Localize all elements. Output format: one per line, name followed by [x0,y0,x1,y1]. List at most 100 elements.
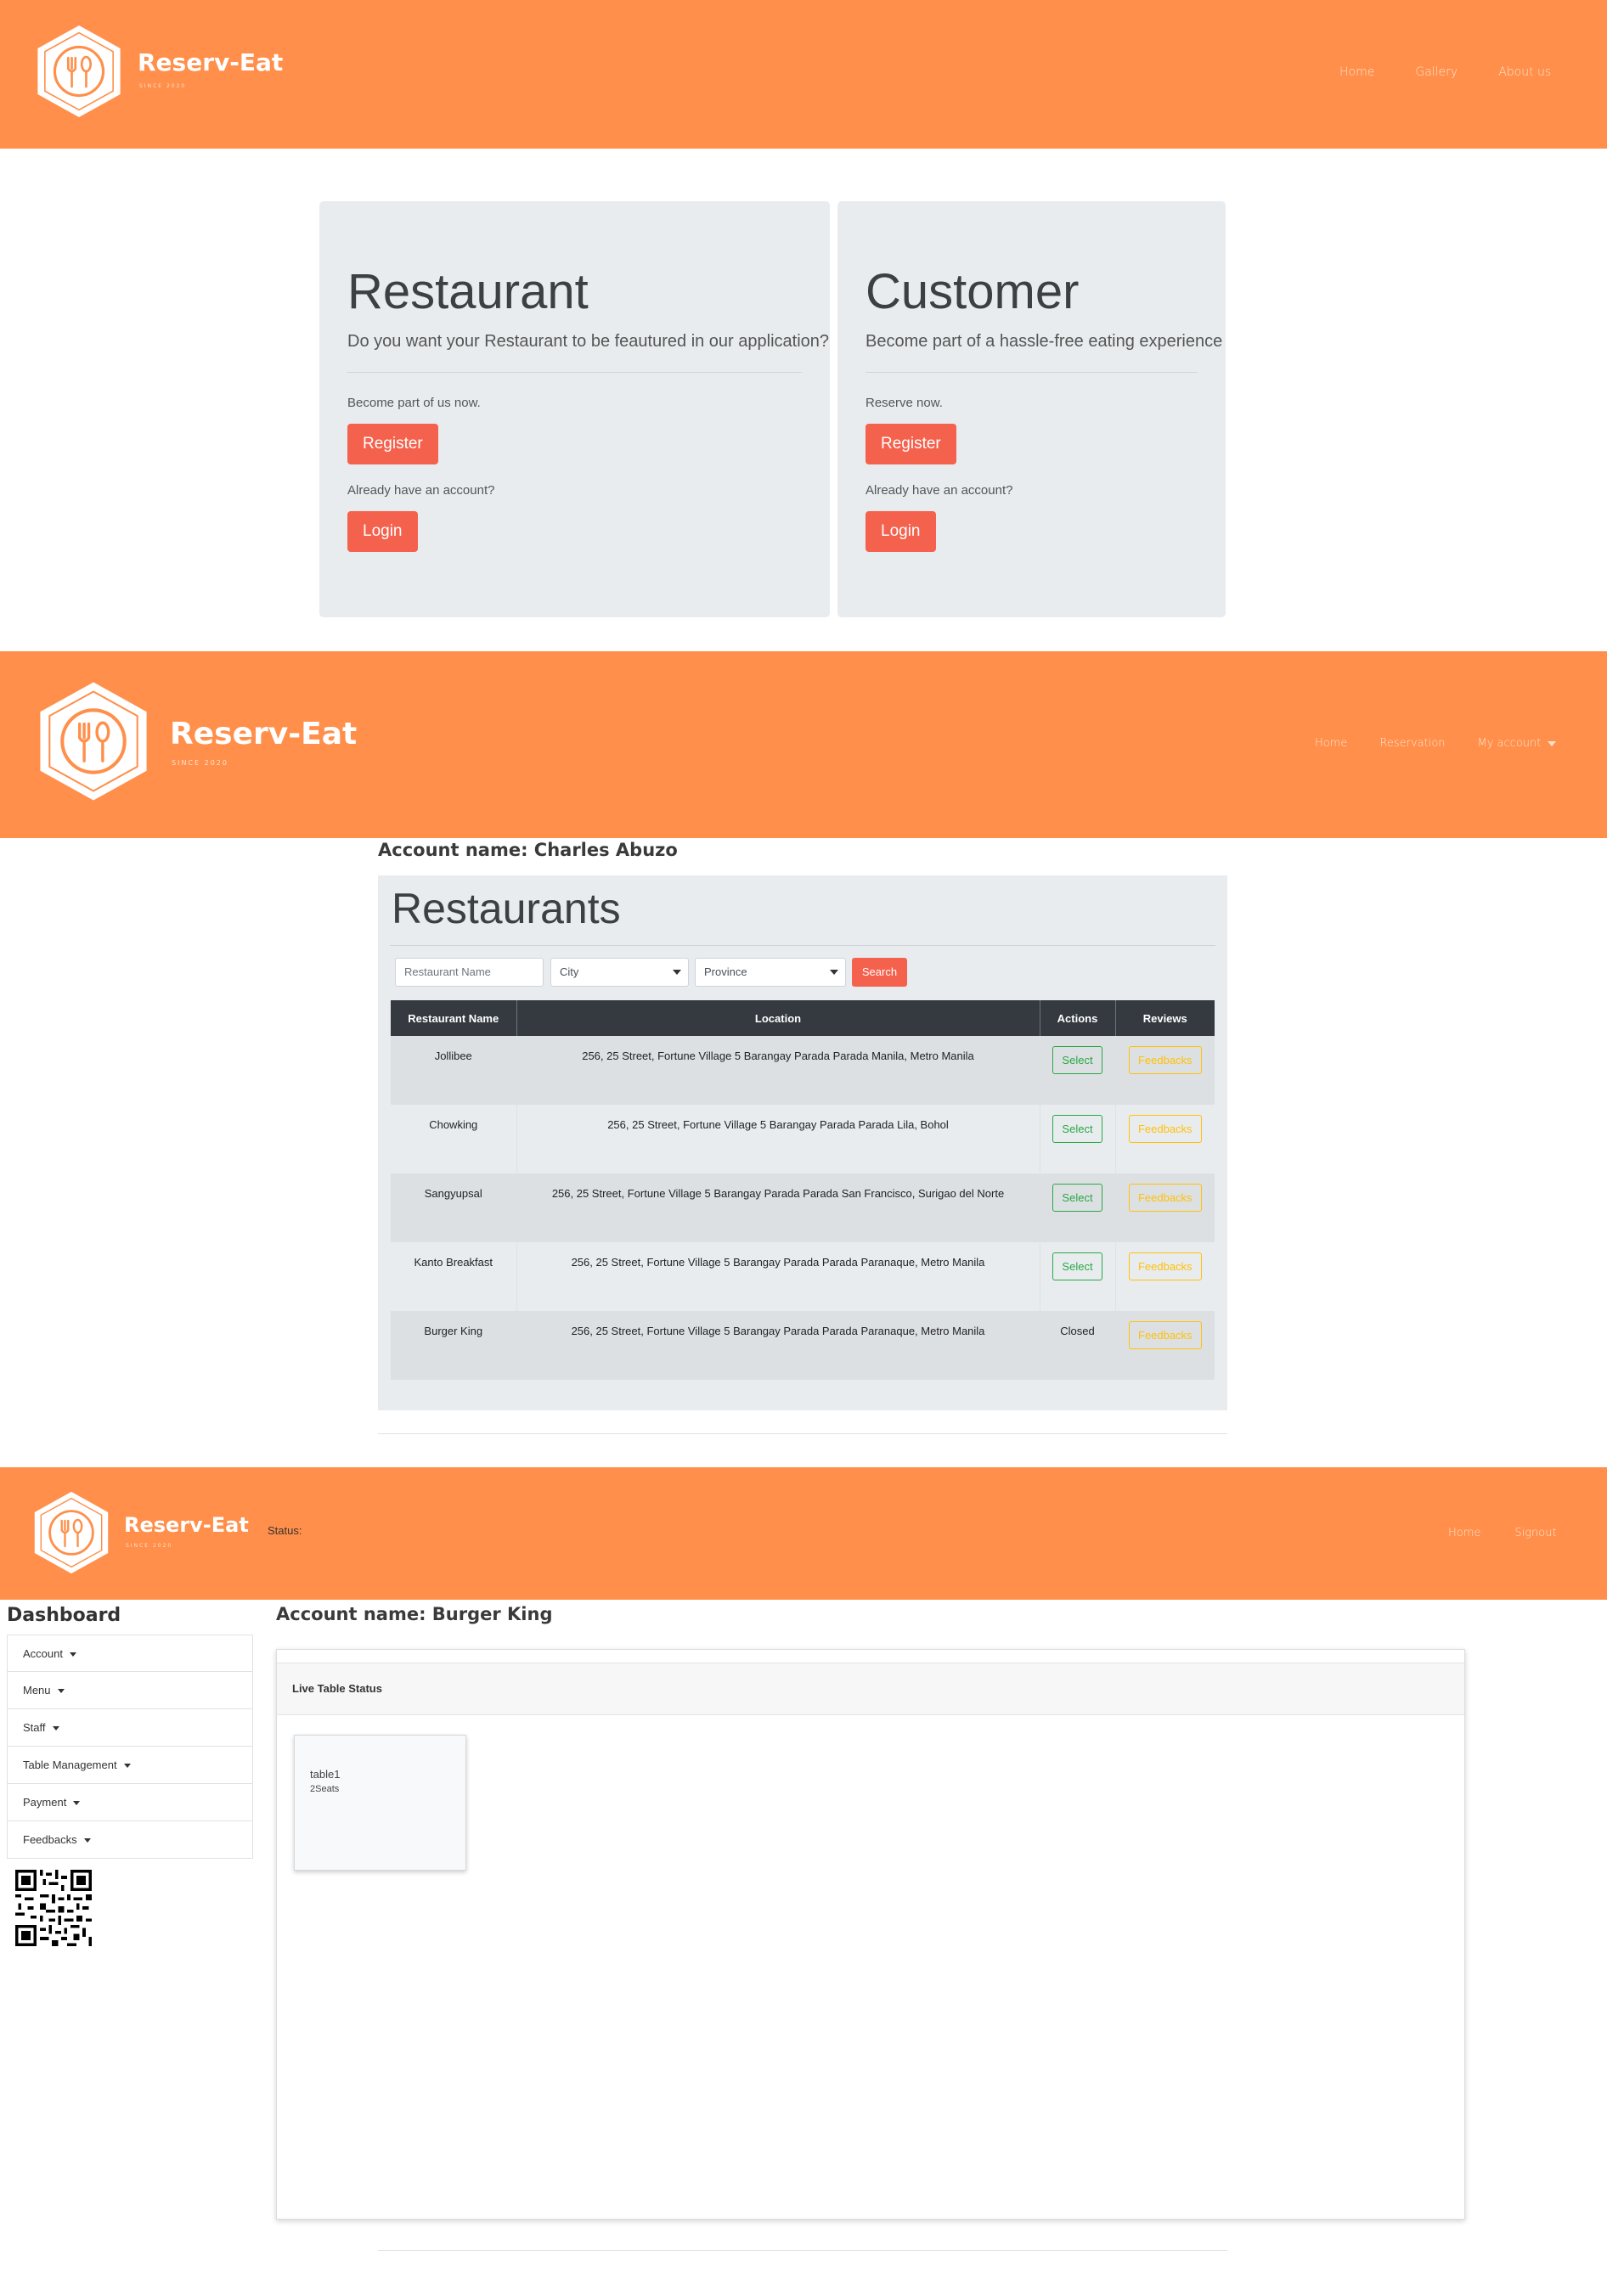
restaurant-jumbotron: Restaurant Do you want your Restaurant t… [319,201,830,617]
nav-reservation[interactable]: Reservation [1379,737,1445,750]
sidebar-item-payment[interactable]: Payment [7,1784,253,1821]
chevron-down-icon [57,1689,65,1694]
dashboard-title: Dashboard [7,1605,121,1626]
divider [347,372,802,373]
sidebar-item-menu[interactable]: Menu [7,1672,253,1709]
col-restaurant-name: Restaurant Name [391,1000,517,1036]
customer-title: Customer [866,264,1080,319]
restaurant-login-button[interactable]: Login [347,511,418,552]
qr-code-icon [15,1870,92,1946]
nav-my-account-label: My account [1477,737,1542,750]
account-name: Account name: Charles Abuzo [378,840,678,860]
sidebar-item-account[interactable]: Account [7,1635,253,1672]
chevron-down-icon [673,970,681,975]
divider [378,2250,1227,2251]
nav-home[interactable]: Home [1339,65,1374,79]
location-cell: 256, 25 Street, Fortune Village 5 Barang… [516,1242,1040,1311]
table-row: Kanto Breakfast 256, 25 Street, Fortune … [391,1242,1215,1311]
select-button[interactable]: Select [1052,1184,1102,1212]
chevron-down-icon [123,1764,131,1769]
col-reviews: Reviews [1115,1000,1215,1036]
restaurant-account-text: Already have an account? [347,483,495,498]
sidebar-item-staff[interactable]: Staff [7,1709,253,1747]
customer-register-button[interactable]: Register [866,424,956,464]
feedbacks-button[interactable]: Feedbacks [1128,1046,1202,1074]
nav-home[interactable]: Home [1315,737,1347,750]
nav-signout[interactable]: Signout [1514,1527,1556,1539]
search-button[interactable]: Search [852,958,907,987]
customer-account-text: Already have an account? [866,483,1013,498]
chevron-down-icon [52,1726,59,1731]
reviews-cell: Feedbacks [1115,1311,1215,1380]
table-header-row: Restaurant Name Location Actions Reviews [391,1000,1215,1036]
table-row: Sangyupsal 256, 25 Street, Fortune Villa… [391,1173,1215,1242]
restaurant-lead: Do you want your Restaurant to be feautu… [347,332,830,351]
brand-logo-icon[interactable] [36,678,151,804]
restaurant-name-input[interactable]: Restaurant Name [395,958,544,987]
restaurants-table: Restaurant Name Location Actions Reviews… [391,1000,1215,1380]
restaurant-name-cell: Kanto Breakfast [391,1242,517,1311]
brand-name[interactable]: Reserv-Eat [170,717,357,751]
nav-links: Home Reservation My account [1315,737,1557,750]
sidebar-item-label: Feedbacks [23,1833,77,1846]
brand-since: SINCE 2020 [172,759,228,767]
divider [378,1433,1227,1434]
feedbacks-button[interactable]: Feedbacks [1128,1321,1202,1349]
nav-links: Home Gallery About us [1339,65,1551,79]
location-cell: 256, 25 Street, Fortune Village 5 Barang… [516,1311,1040,1380]
nav-home[interactable]: Home [1448,1527,1480,1539]
nav-links: Home Signout [1448,1527,1557,1539]
brand-name[interactable]: Reserv-Eat [138,48,283,76]
nav-gallery[interactable]: Gallery [1415,65,1458,79]
brand-logo-icon[interactable] [31,1487,111,1578]
location-cell: 256, 25 Street, Fortune Village 5 Barang… [516,1036,1040,1105]
customer-login-button[interactable]: Login [866,511,936,552]
actions-cell: Select [1040,1242,1116,1311]
col-actions: Actions [1040,1000,1116,1036]
chevron-down-icon [73,1801,81,1806]
feedbacks-button[interactable]: Feedbacks [1128,1115,1202,1143]
brand-since: SINCE 2020 [126,1543,173,1549]
sidebar-item-label: Menu [23,1684,51,1697]
restaurant-join-text: Become part of us now. [347,396,481,410]
restaurant-register-button[interactable]: Register [347,424,438,464]
chevron-down-icon [69,1652,76,1657]
customer-lead: Become part of a hassle-free eating expe… [866,332,1223,351]
sidebar-item-feedbacks[interactable]: Feedbacks [7,1821,253,1859]
restaurant-title: Restaurant [347,264,589,319]
live-table-status-card: Live Table Status table1 2Seats [276,1649,1465,2220]
actions-cell: Select [1040,1105,1116,1173]
city-select-value: City [560,965,579,978]
feedbacks-button[interactable]: Feedbacks [1128,1184,1202,1212]
actions-cell: Select [1040,1036,1116,1105]
select-button[interactable]: Select [1052,1046,1102,1074]
restaurant-name-cell: Sangyupsal [391,1173,517,1242]
reviews-cell: Feedbacks [1115,1242,1215,1311]
nav-about[interactable]: About us [1498,65,1551,79]
restaurant-name-cell: Jollibee [391,1036,517,1105]
brand-name[interactable]: Reserv-Eat [124,1513,249,1537]
city-select[interactable]: City [550,958,689,987]
province-select[interactable]: Province [695,958,846,987]
status-label: Status: [268,1524,302,1537]
reviews-cell: Feedbacks [1115,1036,1215,1105]
table-tile[interactable]: table1 2Seats [294,1735,466,1871]
province-select-value: Province [704,965,747,978]
select-button[interactable]: Select [1052,1115,1102,1143]
select-button[interactable]: Select [1052,1252,1102,1280]
restaurants-title: Restaurants [392,885,621,932]
table-seats: 2Seats [310,1784,340,1794]
chevron-down-icon [1548,740,1557,746]
restaurant-name-cell: Chowking [391,1105,517,1173]
table-row: Jollibee 256, 25 Street, Fortune Village… [391,1036,1215,1105]
feedbacks-button[interactable]: Feedbacks [1128,1252,1202,1280]
brand-logo-icon[interactable] [34,24,124,119]
customer-jumbotron: Customer Become part of a hassle-free ea… [837,201,1226,617]
col-location: Location [516,1000,1040,1036]
sidebar-item-table-management[interactable]: Table Management [7,1747,253,1784]
nav-my-account[interactable]: My account [1478,737,1557,750]
reviews-cell: Feedbacks [1115,1105,1215,1173]
location-cell: 256, 25 Street, Fortune Village 5 Barang… [516,1173,1040,1242]
sidebar-menu: Account Menu Staff Table Management Paym… [7,1635,253,1859]
divider [866,372,1198,373]
